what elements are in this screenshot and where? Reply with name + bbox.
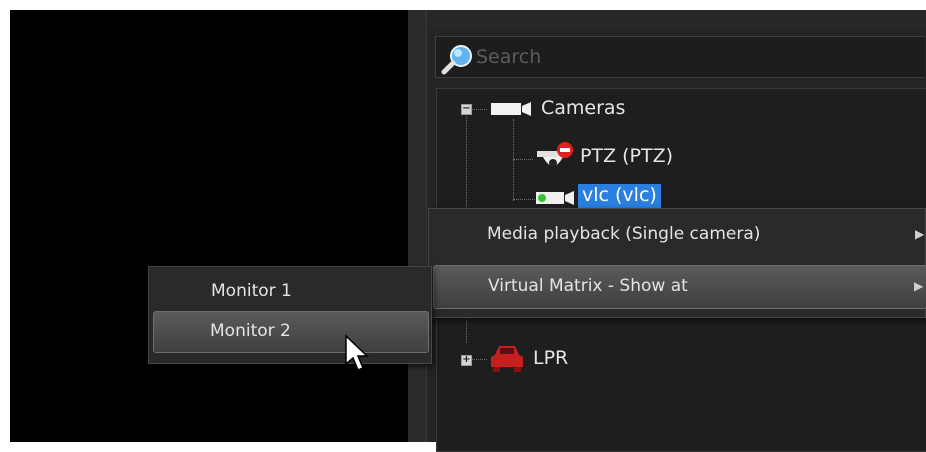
tree-guide-line	[513, 199, 535, 200]
camera-online-icon	[536, 191, 574, 205]
menu-item-monitor-1[interactable]: Monitor 1	[153, 271, 429, 311]
tree-root-label[interactable]: Cameras	[541, 97, 625, 119]
collapse-cameras-icon[interactable]: −	[461, 104, 472, 115]
search-icon	[441, 45, 472, 75]
submenu-arrow-icon: ▶	[915, 227, 925, 241]
expand-lpr-icon[interactable]: +	[461, 355, 472, 366]
tree-guide-line	[471, 359, 487, 360]
tree-guide-line	[471, 109, 487, 110]
ptz-camera-error-icon	[537, 142, 573, 167]
panel-splitter[interactable]	[408, 10, 427, 442]
context-menu: Media playback (Single camera) ▶ Virtual…	[428, 208, 926, 318]
tree-item-vlc[interactable]: vlc (vlc)	[578, 184, 661, 208]
search-box[interactable]	[435, 36, 925, 78]
tree-guide-line	[513, 159, 533, 160]
submenu-arrow-icon: ▶	[914, 279, 924, 293]
mouse-pointer-icon	[345, 334, 369, 371]
tree-group-lpr[interactable]: LPR	[533, 347, 568, 369]
menu-item-media-playback[interactable]: Media playback (Single camera) ▶	[433, 213, 926, 257]
menu-item-label: Media playback (Single camera)	[487, 224, 761, 244]
submenu-monitors: Monitor 1 Monitor 2	[148, 266, 432, 364]
camera-group-icon	[491, 102, 531, 116]
menu-item-monitor-2[interactable]: Monitor 2	[153, 311, 429, 353]
menu-item-label: Monitor 2	[210, 321, 291, 341]
panel-toolbar	[427, 10, 926, 30]
search-input[interactable]	[476, 44, 916, 70]
menu-item-virtual-matrix[interactable]: Virtual Matrix - Show at ▶	[433, 265, 926, 309]
tree-item-ptz[interactable]: PTZ (PTZ)	[580, 145, 673, 167]
car-icon	[491, 346, 523, 372]
tree-guide-line	[513, 119, 514, 201]
menu-item-label: Virtual Matrix - Show at	[488, 276, 688, 296]
menu-item-label: Monitor 1	[211, 281, 292, 301]
video-view[interactable]	[10, 10, 408, 442]
